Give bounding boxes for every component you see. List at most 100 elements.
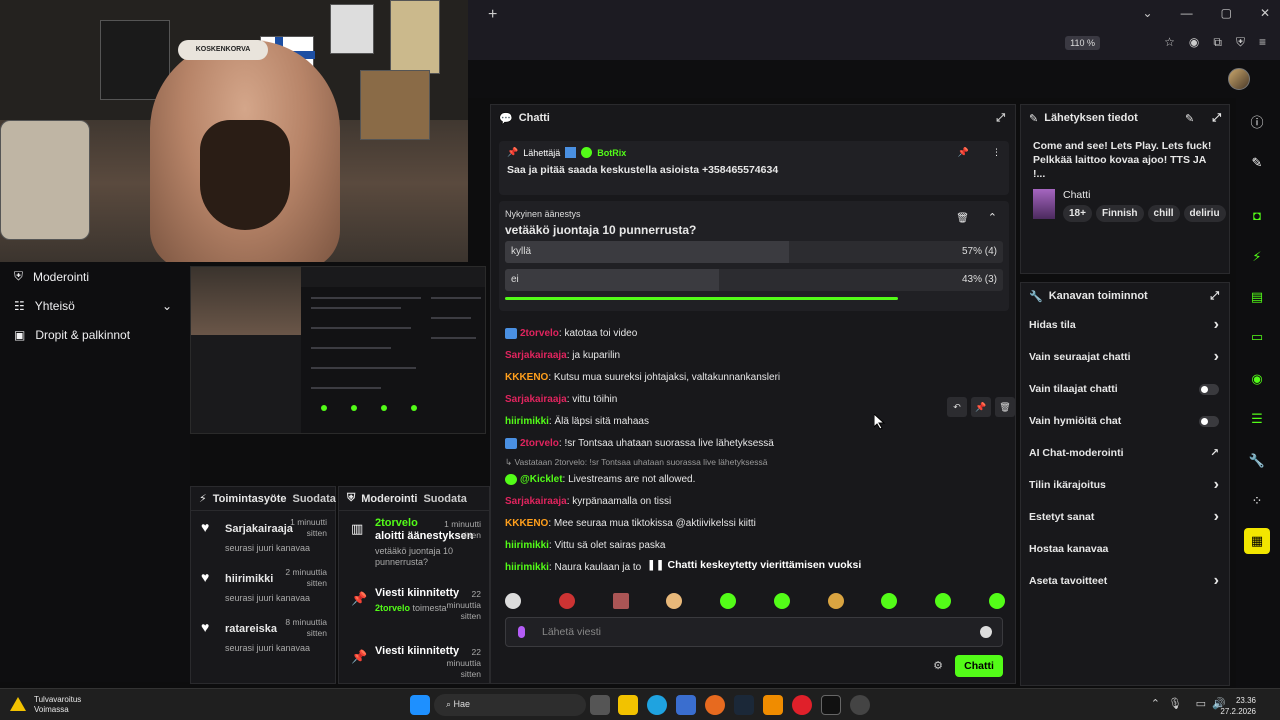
wrench-icon[interactable]: 🔧 (1244, 448, 1270, 474)
chevron-right-icon[interactable]: › (1214, 572, 1219, 590)
tag[interactable]: chill (1147, 205, 1180, 222)
chat-paused-banner[interactable]: ❚❚ Chatti keskeytetty vierittämisen vuok… (641, 557, 868, 573)
chat-icon[interactable]: ▭ (1244, 324, 1270, 350)
chat-username[interactable]: hiirimikki (505, 562, 549, 573)
emote-icon[interactable] (720, 593, 737, 609)
gear-icon[interactable]: ⚙ (933, 659, 943, 672)
chat-message[interactable]: KKKENO: Kutsu mua suureksi johtajaksi, v… (505, 367, 1005, 389)
emote-icon[interactable] (773, 593, 790, 609)
unpin-icon[interactable]: 📌 (958, 147, 969, 158)
channel-action-row[interactable]: AI Chat-moderointi ↗ (1021, 437, 1229, 469)
send-button[interactable]: Chatti (955, 655, 1003, 677)
obs-icon[interactable] (850, 695, 870, 715)
chat-username[interactable]: KKKENO (505, 372, 548, 383)
pinned-sender[interactable]: BotRix (597, 148, 626, 158)
close-icon[interactable]: ✕ (1260, 6, 1270, 20)
folder-icon[interactable] (618, 695, 638, 715)
emote-icon[interactable] (666, 593, 683, 609)
chat-username[interactable]: Sarjakairaaja (505, 394, 567, 405)
emote-icon[interactable] (505, 593, 521, 609)
network-icon[interactable]: ▭ (1196, 697, 1206, 710)
tag[interactable]: deliriu (1183, 205, 1226, 222)
trash-icon[interactable]: 🗑 (995, 397, 1015, 417)
minimize-icon[interactable]: — (1181, 6, 1193, 20)
nav-item-community[interactable]: ☷ Yhteisö ⌄ (0, 291, 190, 320)
toggle-switch[interactable] (1199, 383, 1219, 395)
windows-start-icon[interactable] (410, 695, 430, 715)
account-icon[interactable]: ◉ (1189, 35, 1199, 50)
more-icon[interactable]: ⋮ (992, 147, 1001, 158)
chevron-right-icon[interactable]: › (1214, 348, 1219, 366)
channel-action-row[interactable]: Vain seuraajat chatti › (1021, 341, 1229, 373)
menu-icon[interactable]: ≡ (1259, 35, 1266, 50)
chat-username[interactable]: hiirimikki (505, 416, 549, 427)
category-thumbnail[interactable] (1033, 189, 1055, 219)
camera-icon[interactable]: ◘ (1244, 202, 1270, 228)
extensions-icon[interactable]: ⧉ (1213, 35, 1222, 50)
vlc-icon[interactable] (763, 695, 783, 715)
edit-icon[interactable]: ✎ (1185, 112, 1194, 125)
chat-message[interactable]: 2torvelo: katotaa toi video (505, 323, 1005, 345)
stream-preview[interactable] (190, 266, 486, 434)
channel-action-row[interactable]: Hidas tila › (1021, 309, 1229, 341)
dots-icon[interactable]: ⁘ (1244, 488, 1270, 514)
chat-username[interactable]: KKKENO (505, 518, 548, 529)
chat-message[interactable]: hiirimikki: Älä läpsi sitä mahaas (505, 411, 1005, 433)
chat-username[interactable]: hiirimikki (505, 540, 549, 551)
emote-icon[interactable] (558, 593, 575, 609)
chat-message[interactable]: Sarjakairaaja: kyrpänaamalla on tissi (505, 491, 1005, 513)
tag[interactable]: 18+ (1063, 205, 1092, 222)
trash-icon[interactable]: 🗑 (956, 213, 969, 224)
opera-icon[interactable] (792, 695, 812, 715)
channel-action-row[interactable]: Tilin ikärajoitus › (1021, 469, 1229, 501)
chat-username[interactable]: 2torvelo (520, 328, 559, 339)
tab-list-icon[interactable]: ⌄ (1143, 6, 1153, 20)
channel-action-row[interactable]: Estetyt sanat › (1021, 501, 1229, 533)
edge-icon[interactable] (647, 695, 667, 715)
weather-warning[interactable]: Tulvavaroitus Voimassa (10, 695, 81, 715)
external-link-icon[interactable]: ↗ (1210, 447, 1219, 459)
terminal-icon[interactable] (821, 695, 841, 715)
chat-input[interactable]: Lähetä viesti (505, 617, 1003, 647)
new-tab-button[interactable]: + (488, 6, 497, 24)
pin-icon[interactable]: 📌 (971, 397, 991, 417)
emoji-icon[interactable] (980, 626, 992, 638)
emote-icon[interactable] (988, 593, 1005, 609)
reply-icon[interactable]: ↶ (947, 397, 967, 417)
chevron-right-icon[interactable]: › (1214, 476, 1219, 494)
info-icon[interactable]: ⓘ (1244, 108, 1270, 134)
tag[interactable]: Finnish (1095, 205, 1144, 222)
chevron-right-icon[interactable]: › (1214, 316, 1219, 334)
channel-action-row[interactable]: Aseta tavoitteet › (1021, 565, 1229, 597)
chat-message[interactable]: Sarjakairaaja: ja kuparilin (505, 345, 1005, 367)
search-box[interactable]: ⌕ Hae (434, 694, 586, 716)
nav-item-moderation[interactable]: ⛨ Moderointi (0, 262, 190, 291)
task-view-icon[interactable] (590, 695, 610, 715)
avatar[interactable] (1228, 68, 1250, 90)
mic-icon[interactable]: 🎙 (1168, 697, 1182, 710)
nav-item-drops[interactable]: ▣ Dropit & palkinnot (0, 320, 190, 349)
channel-action-row[interactable]: Hostaa kanavaa (1021, 533, 1229, 565)
clock[interactable]: 23.36 27.2.2026 (1220, 695, 1256, 717)
poll-option[interactable]: ei 43% (3) (505, 269, 1003, 291)
clapper-icon[interactable]: ▦ (1244, 528, 1270, 554)
chat-username[interactable]: 2torvelo (520, 438, 559, 449)
channel-action-row[interactable]: Vain hymiöitä chat (1021, 405, 1229, 437)
zoom-level[interactable]: 110 % (1065, 36, 1100, 50)
popout-icon[interactable]: ⤢ (1210, 290, 1219, 303)
steam-icon[interactable] (734, 695, 754, 715)
tray-chevron-icon[interactable]: ⌃ (1151, 697, 1160, 710)
chat-message[interactable]: hiirimikki: Vittu sä olet sairas paska (505, 535, 1005, 557)
bolt-icon[interactable]: ⚡ (1244, 244, 1270, 270)
store-icon[interactable] (676, 695, 696, 715)
channel-action-row[interactable]: Vain tilaajat chatti (1021, 373, 1229, 405)
chevron-right-icon[interactable]: › (1214, 508, 1219, 526)
layout-icon[interactable]: ☰ (1244, 406, 1270, 432)
mic-icon[interactable] (518, 626, 525, 638)
poll-option[interactable]: kyllä 57% (4) (505, 241, 1003, 263)
chat-username[interactable]: Sarjakairaaja (505, 496, 567, 507)
toggle-switch[interactable] (1199, 415, 1219, 427)
emote-icon[interactable] (881, 593, 898, 609)
chevron-up-icon[interactable]: ⌃ (988, 211, 997, 224)
filter-button[interactable]: Suodata (423, 493, 466, 505)
